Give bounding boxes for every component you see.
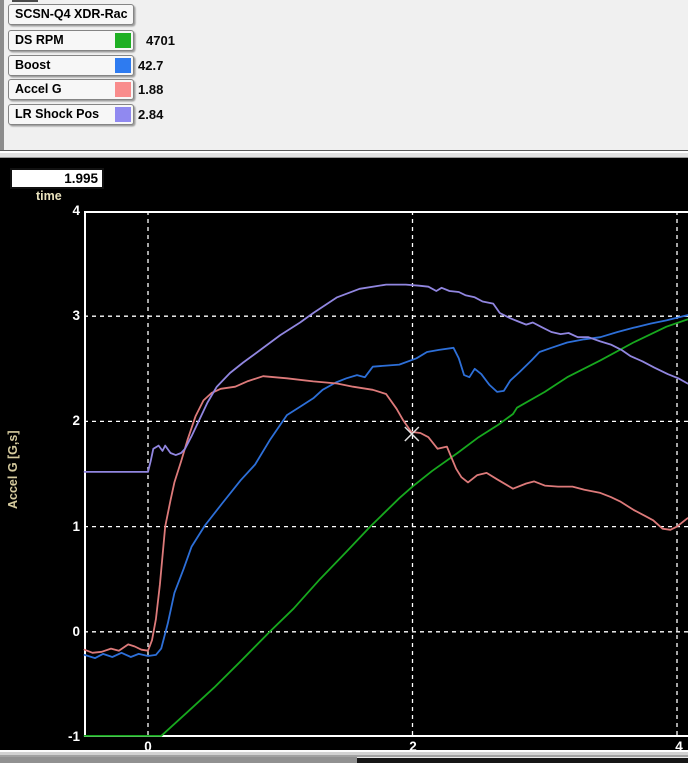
channel-label: DS RPM: [15, 33, 64, 47]
channel-color-swatch: [115, 82, 131, 97]
clipped-widget-fragment: [12, 0, 38, 2]
y-tick-label: 4: [46, 203, 80, 219]
plot-area[interactable]: [0, 158, 688, 750]
y-tick-label: 3: [46, 308, 80, 324]
y-tick-label: -1: [46, 729, 80, 745]
channel-label: Accel G: [15, 82, 62, 96]
channel-label: LR Shock Pos: [15, 107, 99, 121]
graph-panel: 1.995 time Accel G [G,s] 4 3 2 1 0 -1 0 …: [0, 158, 688, 750]
y-tick-label: 2: [46, 413, 80, 429]
telemetry-app: { "title_button": "SCSN-Q4 XDR-Rac", "ch…: [0, 0, 688, 763]
channel-button-lr-shock-pos[interactable]: LR Shock Pos: [8, 104, 134, 125]
channel-label: Boost: [15, 58, 50, 72]
channel-value-lr-shock-pos: 2.84: [138, 107, 198, 122]
bottom-splitter[interactable]: [0, 750, 688, 757]
cursor-time-readout: 1.995: [10, 168, 104, 189]
channel-color-swatch: [115, 58, 131, 73]
channel-legend-panel: SCSN-Q4 XDR-Rac DS RPM 4701 Boost 42.7 A…: [0, 0, 688, 151]
channel-value-boost: 42.7: [138, 58, 198, 73]
channel-button-boost[interactable]: Boost: [8, 55, 134, 76]
panel-left-edge: [0, 0, 4, 150]
channel-color-swatch: [115, 33, 131, 48]
y-tick-label: 0: [46, 624, 80, 640]
dataset-title-button[interactable]: SCSN-Q4 XDR-Rac: [8, 4, 134, 25]
channel-value-ds-rpm: 4701: [146, 33, 206, 48]
channel-button-accel-g[interactable]: Accel G: [8, 79, 134, 100]
y-tick-label: 1: [46, 519, 80, 535]
y-axis-title: Accel G [G,s]: [6, 380, 20, 560]
x-axis-title: time: [36, 189, 62, 203]
channel-value-accel-g: 1.88: [138, 82, 198, 97]
channel-button-ds-rpm[interactable]: DS RPM: [8, 30, 134, 51]
channel-color-swatch: [115, 107, 131, 122]
next-panel-edge: [357, 757, 688, 763]
